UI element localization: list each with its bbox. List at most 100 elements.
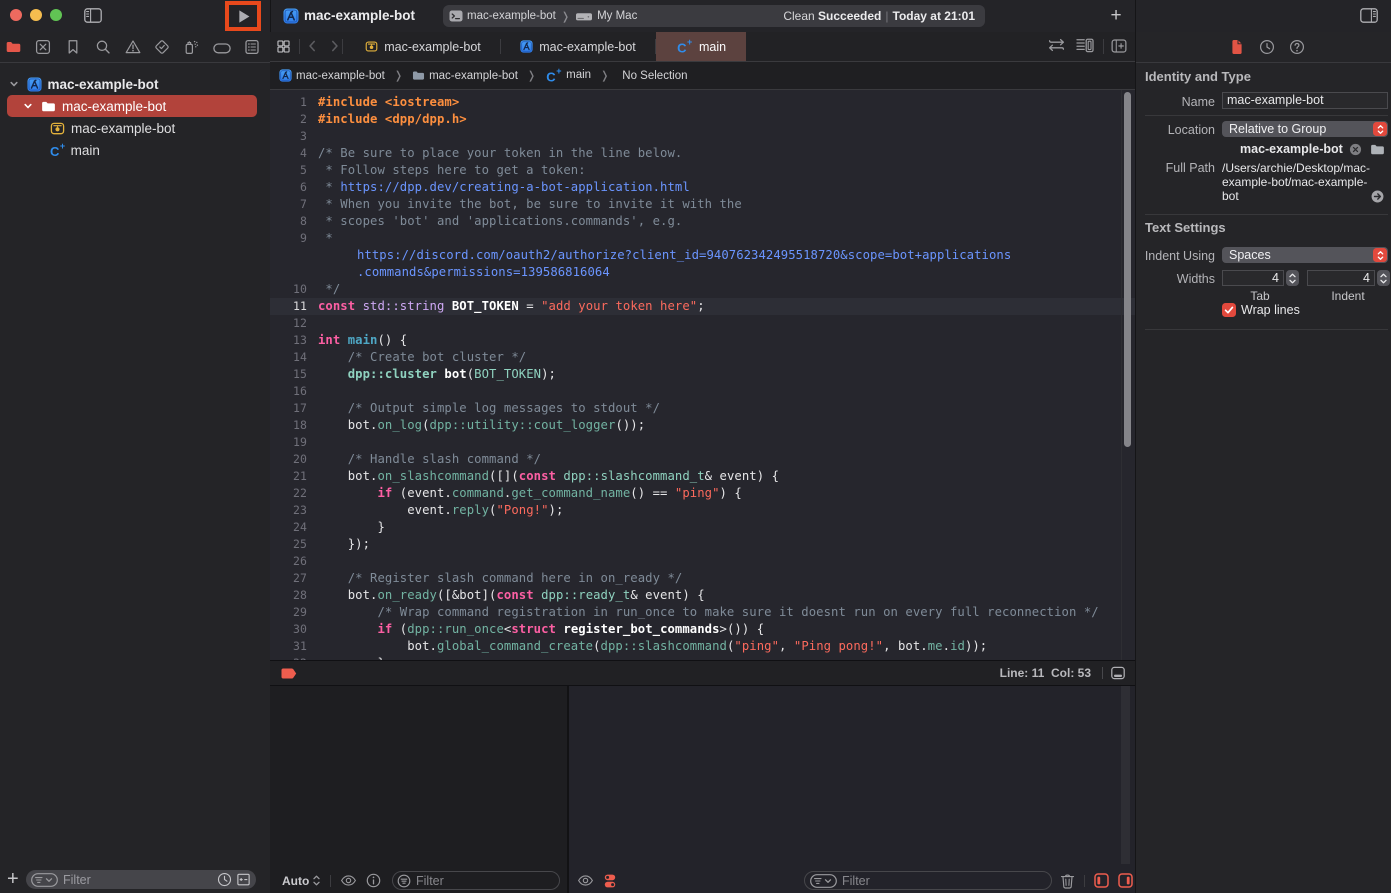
jumpbar-item-mac-example-bot[interactable]: mac-example-bot: [412, 69, 518, 82]
add-editor-button[interactable]: [1111, 38, 1127, 54]
scheme-destination[interactable]: My Mac: [593, 10, 637, 22]
breakpoint-indicator-icon[interactable]: [281, 668, 297, 679]
add-item-button[interactable]: +: [7, 869, 19, 889]
tree-row-label: main: [65, 143, 100, 158]
editor-scrollbar-thumb[interactable]: [1124, 92, 1131, 447]
code-line-29: 29 /* Wrap command registration in run_o…: [270, 604, 1136, 621]
console-eye-icon[interactable]: [577, 875, 594, 886]
tab-width-stepper[interactable]: [1286, 270, 1299, 286]
navigator-tab-reports-navigator[interactable]: [244, 39, 260, 55]
show-variables-view-toggle[interactable]: [1094, 873, 1109, 888]
scheme-and-activity-bar[interactable]: mac-example-bot ❭ My Mac Clean Succeeded…: [443, 5, 985, 27]
code-line-9: 9 *: [270, 230, 1136, 247]
jumpbar-item-mac-example-bot[interactable]: mac-example-bot: [279, 69, 385, 82]
line-content: https://discord.com/oauth2/authorize?cli…: [357, 247, 1011, 264]
navigator-tab-debug-navigator[interactable]: [183, 39, 199, 55]
console-view[interactable]: Filter: [569, 686, 1136, 893]
show-console-view-toggle[interactable]: [1118, 873, 1133, 888]
line-content: /* Handle slash command */: [318, 451, 541, 468]
code-line-24: 24 }: [270, 519, 1136, 536]
editor-options-icon[interactable]: [1076, 38, 1094, 53]
source-control-navigator-icon: [35, 39, 51, 55]
wrap-lines-checkbox[interactable]: [1222, 303, 1236, 317]
disclosure-chevron-icon[interactable]: [9, 79, 19, 89]
identity-divider: [1145, 115, 1388, 116]
project-app-icon: [283, 8, 299, 24]
variables-filter-field[interactable]: Filter: [392, 871, 560, 890]
library-add-button[interactable]: +: [1104, 5, 1128, 27]
toggle-left-sidebar-button[interactable]: [84, 8, 102, 23]
project-app-icon: [279, 69, 292, 82]
fullpath-line: /Users/archie/Desktop/mac-: [1222, 161, 1370, 175]
choose-folder-icon[interactable]: [1370, 142, 1385, 157]
code-line-wrap-10: .commands&permissions=139586816064: [270, 264, 1136, 281]
tree-row-mac-example-bot-0[interactable]: mac-example-bot: [0, 73, 270, 95]
indent-using-popup[interactable]: Spaces: [1222, 247, 1388, 263]
tree-row-mac-example-bot-1[interactable]: mac-example-bot: [0, 95, 270, 117]
name-input[interactable]: mac-example-bot: [1222, 92, 1388, 109]
clear-console-trash-icon[interactable]: [1060, 873, 1075, 889]
code-line-28: 28 bot.on_ready([&bot](const dpp::ready_…: [270, 587, 1136, 604]
widths-label: Widths: [1136, 272, 1215, 286]
variables-scope-menu[interactable]: Auto: [282, 874, 321, 888]
navigator-tab-breakpoints-navigator[interactable]: [213, 41, 231, 55]
variables-eye-icon[interactable]: [340, 875, 357, 886]
navigator-filter-field[interactable]: Filter: [26, 870, 256, 889]
variables-view[interactable]: Auto Filter: [270, 686, 567, 893]
added-files-badge-icon[interactable]: [236, 872, 251, 887]
filter-funnel-icon: [31, 873, 58, 887]
navigator-tab-source-control-navigator[interactable]: [35, 39, 51, 55]
window-close-button[interactable]: [10, 9, 22, 21]
history-inspector-tab-icon[interactable]: [1259, 39, 1275, 55]
tab-label: mac-example-bot: [378, 40, 481, 54]
source-code-editor[interactable]: 1#include <iostream>2#include <dpp/dpp.h…: [270, 90, 1136, 660]
line-content: /* Wrap command registration in run_once…: [318, 604, 1099, 621]
swap-editor-icon[interactable]: [1048, 38, 1065, 52]
line-content: if (event.command.get_command_name() == …: [318, 485, 742, 502]
line-number: 26: [270, 553, 307, 570]
wrap-lines-label: Wrap lines: [1241, 303, 1300, 317]
recent-files-clock-icon[interactable]: [217, 872, 232, 887]
jumpbar-item-main[interactable]: C+main: [545, 66, 591, 84]
reveal-path-arrow-icon[interactable]: [1371, 190, 1384, 203]
run-button[interactable]: [234, 7, 253, 26]
tree-row-main-3[interactable]: C+main: [0, 139, 270, 161]
navigator-tab-bookmarks-navigator[interactable]: [65, 39, 81, 55]
variables-info-icon[interactable]: [366, 873, 381, 888]
line-content: /* Output simple log messages to stdout …: [318, 400, 660, 417]
variables-scope-label: Auto: [282, 874, 309, 888]
go-forward-button[interactable]: [327, 38, 342, 54]
clear-location-icon[interactable]: [1349, 143, 1362, 156]
file-inspector-tab-icon[interactable]: [1229, 39, 1245, 55]
tree-row-mac-example-bot-2[interactable]: mac-example-bot: [0, 117, 270, 139]
navigator-tab-tests-navigator[interactable]: [154, 39, 170, 55]
window-zoom-button[interactable]: [50, 9, 62, 21]
console-filter-field[interactable]: Filter: [804, 871, 1052, 890]
console-toolbar: Filter: [569, 868, 1136, 893]
related-items-grid-icon[interactable]: [277, 40, 290, 53]
disclosure-chevron-icon[interactable]: [23, 101, 33, 111]
help-inspector-tab-icon[interactable]: [1289, 39, 1305, 55]
jumpbar-item-no-selection[interactable]: No Selection: [618, 70, 687, 82]
editor-tab-main[interactable]: C+main: [656, 32, 746, 61]
indent-width-field[interactable]: 4: [1307, 270, 1375, 286]
navigator-tab-find-navigator[interactable]: [95, 39, 111, 55]
file-reference-name: mac-example-bot: [1240, 142, 1343, 156]
toggle-right-inspector-button[interactable]: [1360, 8, 1378, 23]
location-popup[interactable]: Relative to Group: [1222, 121, 1388, 137]
hide-debug-area-button[interactable]: [1110, 665, 1126, 681]
navigator-tab-issues-navigator[interactable]: [125, 39, 141, 55]
editor-tab-mac-example-bot[interactable]: mac-example-bot: [501, 32, 655, 61]
scheme-name[interactable]: mac-example-bot: [463, 10, 556, 22]
code-line-18: 18 bot.on_log(dpp::utility::cout_logger(…: [270, 417, 1136, 434]
breakpoints-toggle-icon[interactable]: [603, 873, 617, 889]
tab-width-field[interactable]: 4: [1222, 270, 1284, 286]
go-back-button[interactable]: [305, 38, 320, 54]
window-minimize-button[interactable]: [30, 9, 42, 21]
code-line-25: 25 });: [270, 536, 1136, 553]
navigator-tab-project-navigator[interactable]: [4, 39, 23, 55]
line-content: const std::string BOT_TOKEN = "add your …: [318, 298, 705, 315]
editor-tab-mac-example-bot[interactable]: mac-example-bot: [346, 32, 500, 61]
code-line-31: 31 bot.global_command_create(dpp::slashc…: [270, 638, 1136, 655]
indent-width-stepper[interactable]: [1377, 270, 1390, 286]
